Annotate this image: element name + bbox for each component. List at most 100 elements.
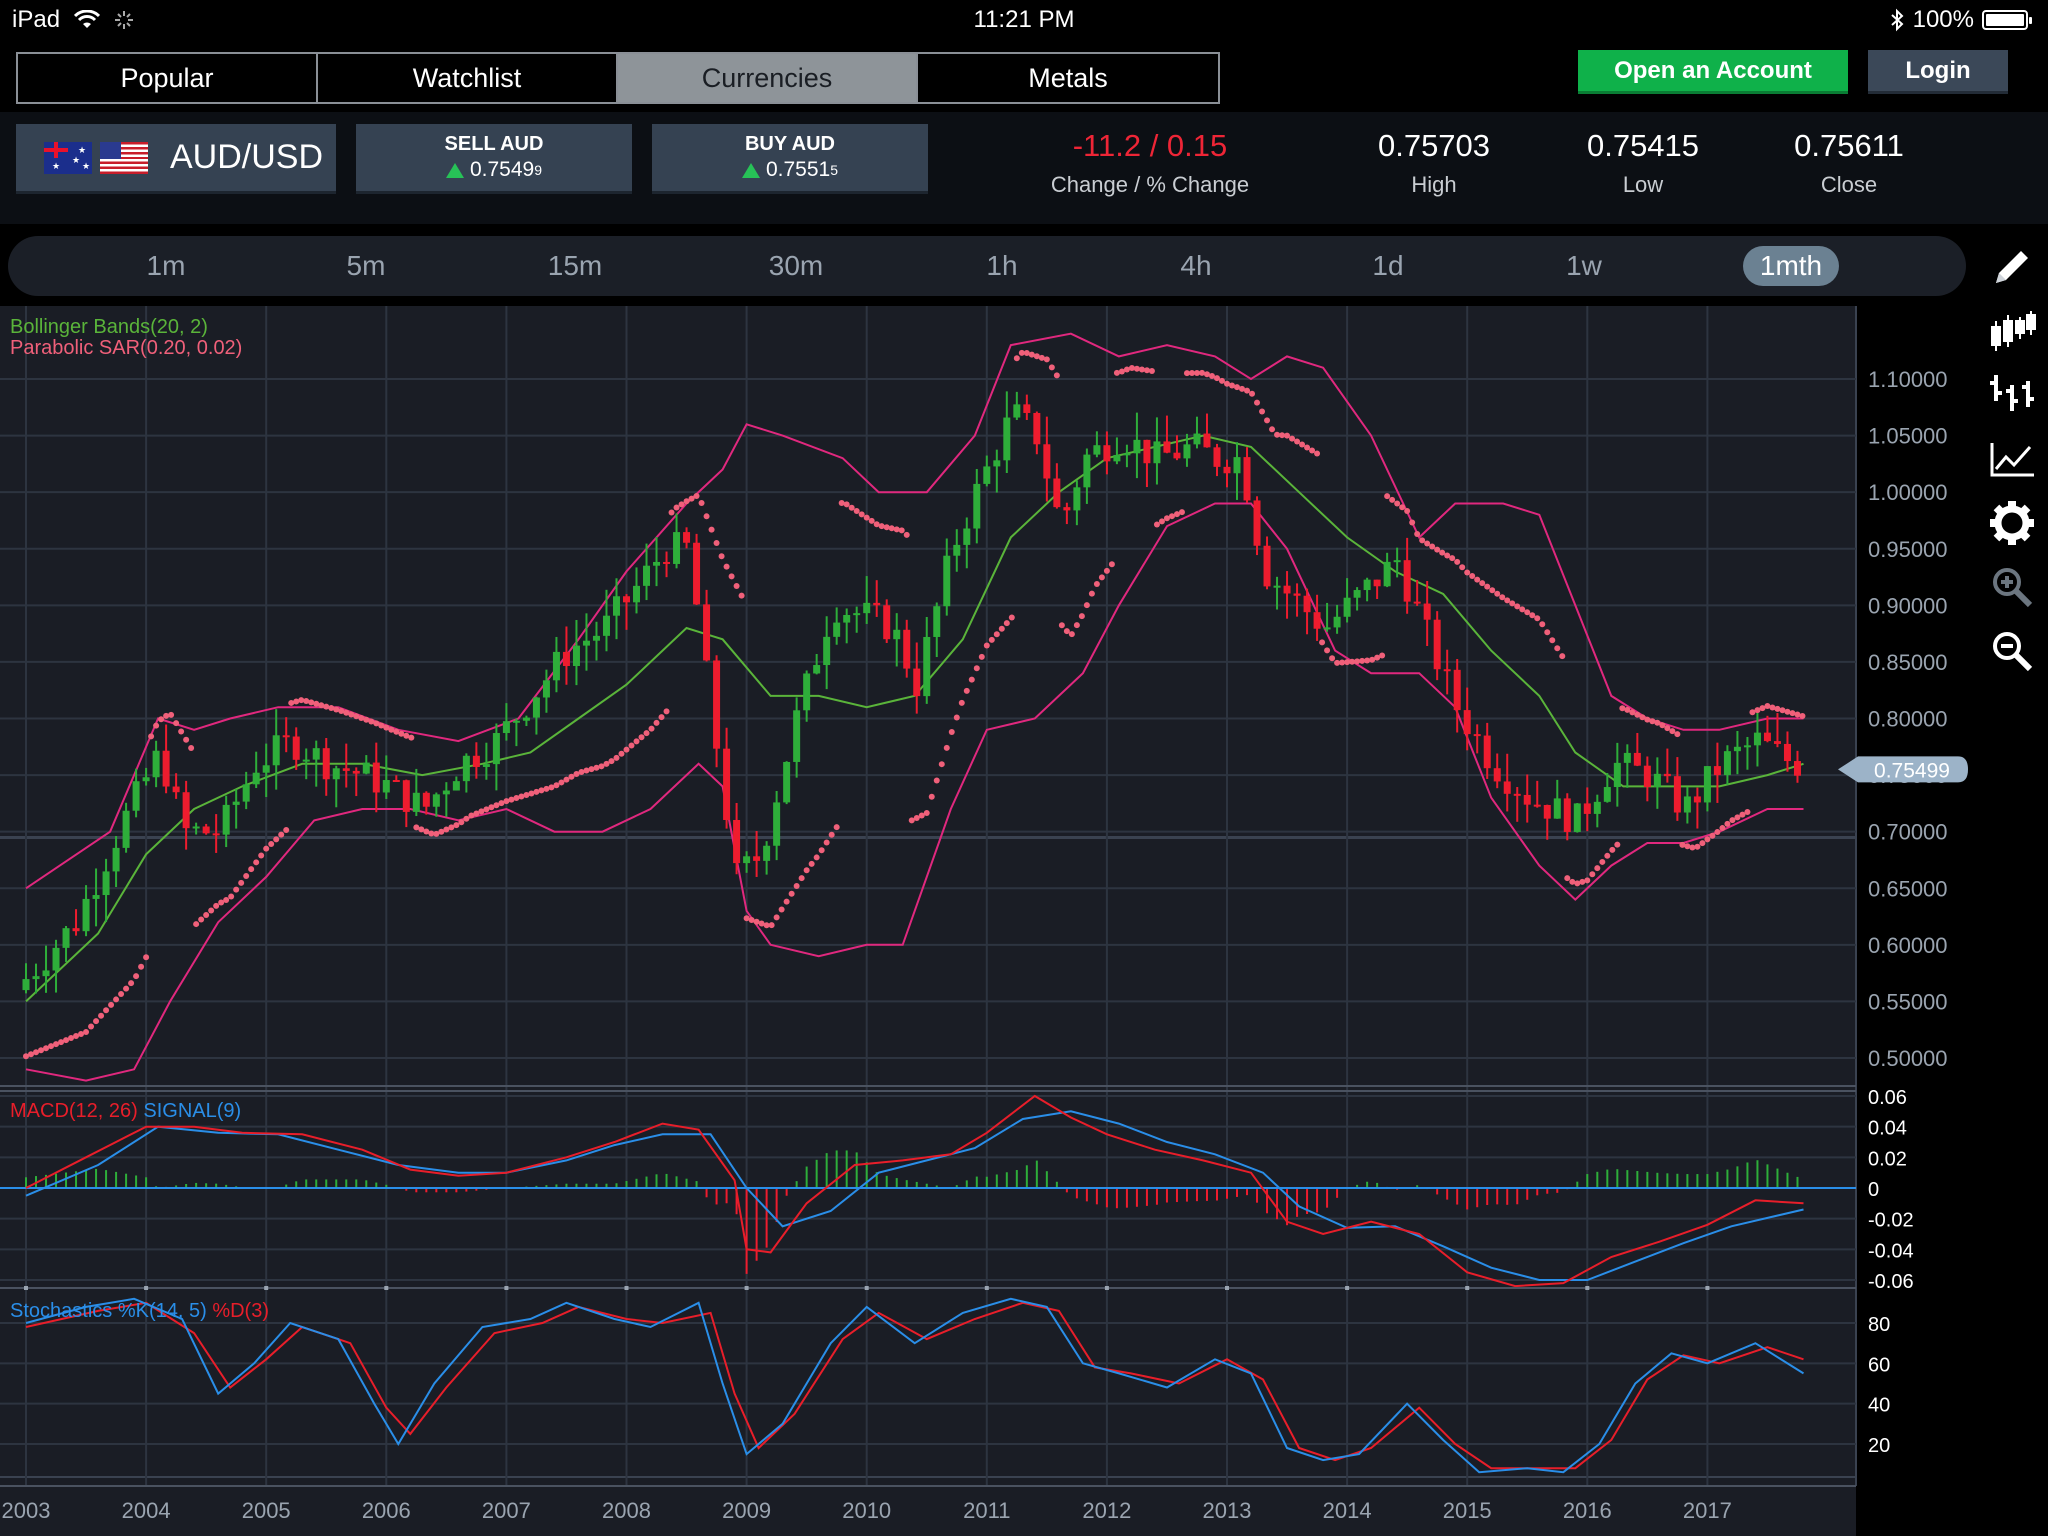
sar-dot [1324, 647, 1331, 654]
candle-body [923, 636, 931, 697]
sar-dot [1504, 597, 1511, 604]
instrument-header: ★ ★ ★ ★ AUD/USD SELL AUD 0.7549 9 BUY AUD… [0, 112, 2048, 224]
sar-dot [718, 553, 725, 560]
candle-body [713, 660, 721, 749]
year-label: 2015 [1443, 1498, 1492, 1523]
sar-dot [1299, 441, 1306, 448]
candle-body [92, 895, 100, 899]
tab-metals[interactable]: Metals [918, 54, 1218, 102]
sar-dot [703, 513, 710, 520]
buy-button[interactable]: BUY AUD 0.7551 5 [652, 124, 928, 194]
sar-dot [1429, 543, 1436, 550]
sar-dot [843, 501, 850, 508]
candle-body [1103, 445, 1111, 462]
sar-dot [1389, 496, 1396, 503]
candle-body [913, 668, 921, 697]
login-button[interactable]: Login [1868, 50, 2008, 94]
timeframe-1w[interactable]: 1w [1524, 246, 1644, 286]
sar-dot [813, 854, 820, 861]
open-account-button[interactable]: Open an Account [1578, 50, 1848, 94]
candle-body [1593, 801, 1601, 814]
chart-canvas[interactable]: 1.10000 1.05000 1.00000 0.95000 0.90000 0.850… [0, 306, 2048, 1536]
tab-watchlist[interactable]: Watchlist [318, 54, 618, 102]
price-tick-label: 0.90000 [1868, 593, 1948, 618]
sar-dot [258, 852, 265, 859]
candle-body [292, 736, 300, 760]
year-marker [744, 1286, 749, 1290]
sar-dot [1309, 447, 1316, 454]
timeframe-1mth[interactable]: 1mth [1743, 246, 1839, 286]
sar-dot [1424, 540, 1431, 547]
sar-dot [1584, 877, 1591, 884]
sar-dot [1744, 808, 1751, 815]
price-tick-label: 1.10000 [1868, 367, 1948, 392]
candle-body [312, 748, 320, 760]
sar-dot [238, 879, 245, 886]
candle-body [1663, 773, 1671, 777]
candle-body [1273, 585, 1281, 588]
currency-pair-selector[interactable]: ★ ★ ★ ★ AUD/USD [16, 124, 336, 194]
macd-tick-label: -0.06 [1868, 1271, 1914, 1293]
candle-body [1433, 619, 1441, 670]
sar-dot [1714, 829, 1721, 836]
sar-dot [1449, 555, 1456, 562]
macd-tick-label: 0.06 [1868, 1087, 1907, 1109]
change-value: -11.2 / 0.15 [1072, 128, 1228, 163]
year-marker [984, 1286, 989, 1290]
sar-dot [1474, 576, 1481, 583]
candle-body [1503, 781, 1511, 794]
candle-body [272, 735, 280, 766]
timeframe-15m[interactable]: 15m [515, 246, 635, 286]
candle-body [492, 733, 500, 765]
sar-dot [978, 653, 985, 660]
sar-dot [1699, 840, 1706, 847]
candle-body [1133, 439, 1141, 454]
candle-body [1773, 741, 1781, 744]
sar-dot [798, 875, 805, 882]
sar-dot [1684, 843, 1691, 850]
sar-dot [188, 745, 195, 752]
sar-dot [1709, 832, 1716, 839]
candle-body [342, 768, 350, 771]
candle-body [1263, 545, 1271, 587]
candle-body [462, 755, 470, 782]
draw-tool[interactable] [1976, 236, 2048, 298]
sar-dot [83, 1028, 90, 1035]
candle-body [452, 781, 460, 791]
sar-dot [203, 911, 210, 918]
sell-pip: 9 [534, 162, 543, 178]
sar-dot [863, 514, 870, 521]
tab-popular[interactable]: Popular [18, 54, 318, 102]
candle-body [683, 532, 691, 543]
candle-body [1343, 597, 1351, 617]
candle-body [1113, 454, 1121, 462]
candle-body [1023, 404, 1031, 413]
tab-currencies[interactable]: Currencies [618, 54, 918, 102]
sell-button[interactable]: SELL AUD 0.7549 9 [356, 124, 632, 194]
candle-body [1573, 803, 1581, 832]
candle-body [212, 833, 220, 836]
candle-body [833, 622, 841, 637]
year-label: 2003 [2, 1498, 51, 1523]
candle-body [222, 804, 230, 835]
sar-dot [673, 504, 680, 511]
sar-dot [1799, 712, 1806, 719]
price-chart[interactable]: 1.10000 1.05000 1.00000 0.95000 0.90000 0.850… [0, 306, 2048, 1536]
sar-dot [113, 996, 120, 1003]
candle-body [1193, 433, 1201, 445]
timeframe-1d[interactable]: 1d [1328, 246, 1448, 286]
year-label: 2011 [963, 1498, 1010, 1523]
timeframe-30m[interactable]: 30m [736, 246, 856, 286]
sar-dot [1098, 574, 1105, 581]
timeframe-1h[interactable]: 1h [942, 246, 1062, 286]
timeframe-4h[interactable]: 4h [1136, 246, 1256, 286]
buy-label: BUY AUD [744, 133, 835, 155]
candle-body [1333, 616, 1341, 628]
timeframe-1m[interactable]: 1m [106, 246, 226, 286]
sar-dot [1128, 364, 1135, 371]
timeframe-5m[interactable]: 5m [306, 246, 426, 286]
sar-dot [1068, 631, 1075, 638]
sar-dot [1043, 356, 1050, 363]
macd-label: MACD(12, 26) [10, 1100, 138, 1122]
stoch-tick-label: 40 [1868, 1395, 1890, 1417]
